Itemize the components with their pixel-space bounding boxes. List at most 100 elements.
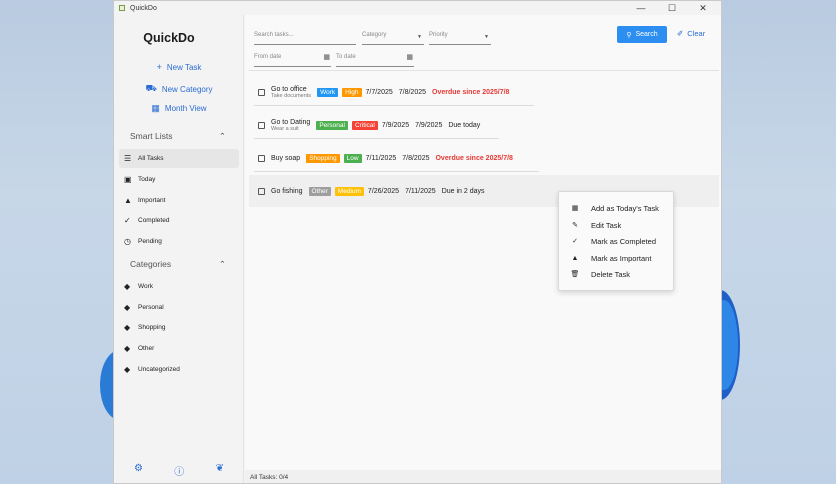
info-icon[interactable]: ⓘ — [174, 463, 184, 478]
clock-icon: ◷ — [124, 237, 131, 246]
new-task-button[interactable]: + New Task — [114, 62, 244, 72]
smart-lists-title: Smart Lists — [130, 131, 173, 141]
close-button[interactable]: ✕ — [693, 3, 713, 14]
warning-icon: ▲ — [571, 254, 579, 262]
search-icon: ⚲ — [626, 31, 632, 39]
categories-title: Categories — [130, 259, 172, 269]
menu-item-label: Edit Task — [591, 220, 622, 230]
task-row[interactable]: Go to Dating Wear a suit Personal Critic… — [249, 110, 719, 140]
calendar-icon: ▦ — [151, 103, 160, 113]
maximize-button[interactable]: ☐ — [662, 3, 682, 14]
calendar-add-icon: ▦ — [571, 205, 579, 212]
sidebar-item-pending[interactable]: ◷ Pending — [119, 232, 239, 251]
task-due-date: 7/9/2025 — [415, 121, 443, 129]
sidebar-item-all-tasks[interactable]: ☰ All Tasks — [119, 149, 239, 168]
sidebar-item-important[interactable]: ▲ Important — [119, 191, 239, 210]
task-checkbox[interactable] — [258, 121, 265, 129]
menu-item-edit-task[interactable]: ✎ Edit Task — [559, 217, 675, 233]
priority-badge: Low — [343, 153, 362, 163]
task-date: 7/26/2025 — [367, 187, 400, 195]
priority-select[interactable]: Priority ▼ — [429, 32, 491, 45]
category-select[interactable]: Category ▼ — [362, 32, 424, 45]
gear-icon[interactable]: ⚙ — [134, 463, 143, 478]
from-date-placeholder: From date — [254, 54, 282, 60]
task-due-date: 7/8/2025 — [402, 154, 430, 162]
priority-badge: Critical — [351, 120, 378, 130]
divider — [254, 171, 539, 172]
warning-icon: ▲ — [124, 196, 132, 205]
calendar-icon[interactable]: ▦ — [406, 53, 413, 61]
task-checkbox[interactable] — [258, 187, 265, 195]
menu-item-add-today[interactable]: ▦ Add as Today's Task — [559, 200, 675, 216]
task-status: Due today — [448, 121, 481, 129]
list-icon: ☰ — [124, 154, 132, 163]
priority-badge: High — [342, 87, 362, 97]
sidebar: QuickDo + New Task ⛟ New Category ▦ Mont… — [114, 15, 244, 483]
divider — [254, 138, 499, 139]
sidebar-item-today[interactable]: ▣ Today — [119, 170, 239, 189]
divider — [249, 70, 719, 71]
menu-item-label: Mark as Important — [591, 253, 652, 263]
divider — [254, 105, 534, 106]
sidebar-item-other[interactable]: ◆ Other — [119, 339, 239, 358]
calendar-icon[interactable]: ▦ — [323, 53, 330, 61]
task-status: Overdue since 2025/7/8 — [435, 154, 513, 162]
sidebar-item-label: Today — [138, 176, 156, 183]
sidebar-item-uncategorized[interactable]: ◆ Uncategorized — [119, 360, 239, 379]
sidebar-item-label: Personal — [138, 304, 164, 311]
tag-icon: ◆ — [124, 282, 131, 291]
tag-icon: ◆ — [124, 365, 131, 374]
leaf-icon[interactable]: ❦ — [216, 463, 224, 478]
task-row[interactable]: Go to office Take documents Work High 7/… — [249, 77, 719, 107]
priority-placeholder: Priority — [429, 32, 448, 38]
clear-button-label: Clear — [687, 29, 706, 38]
search-button[interactable]: ⚲ Search — [617, 26, 667, 43]
new-category-label: New Category — [161, 84, 213, 94]
categories-header[interactable]: Categories ⌃ — [130, 259, 226, 270]
new-task-label: New Task — [166, 62, 202, 72]
menu-item-mark-important[interactable]: ▲ Mark as Important — [559, 250, 675, 266]
sidebar-item-personal[interactable]: ◆ Personal — [119, 298, 239, 317]
task-checkbox[interactable] — [258, 154, 265, 162]
task-row[interactable]: Buy soap Shopping Low 7/11/2025 7/8/2025… — [249, 143, 719, 173]
minimize-button[interactable]: — — [631, 3, 651, 14]
chevron-down-icon: ▼ — [417, 34, 422, 40]
task-checkbox[interactable] — [258, 88, 265, 96]
plus-icon: + — [156, 62, 162, 72]
menu-item-label: Add as Today's Task — [591, 203, 659, 213]
menu-item-delete-task[interactable]: 🗑 Delete Task — [559, 266, 675, 282]
sidebar-item-completed[interactable]: ✓ Completed — [119, 211, 239, 230]
chevron-up-icon: ⌃ — [218, 259, 226, 269]
task-date: 7/11/2025 — [365, 154, 397, 162]
app-icon — [119, 5, 125, 11]
clear-button[interactable]: ✐ Clear — [677, 29, 705, 38]
to-date-field[interactable]: To date ▦ — [336, 54, 414, 67]
eraser-icon: ✐ — [677, 29, 684, 38]
trash-icon: 🗑 — [570, 271, 580, 278]
sidebar-item-label: Important — [138, 197, 166, 204]
status-bar: All Tasks: 0/4 — [245, 470, 721, 483]
app-logo: QuickDo — [143, 31, 195, 45]
sidebar-item-shopping[interactable]: ◆ Shopping — [119, 318, 239, 337]
category-badge: Personal — [316, 120, 348, 130]
chevron-up-icon: ⌃ — [218, 131, 226, 141]
smart-lists-header[interactable]: Smart Lists ⌃ — [130, 131, 226, 142]
chevron-down-icon: ▼ — [484, 34, 489, 40]
sidebar-item-label: Work — [138, 283, 154, 290]
month-view-button[interactable]: ▦ Month View — [114, 103, 244, 114]
sidebar-item-work[interactable]: ◆ Work — [119, 277, 239, 296]
task-date: 7/9/2025 — [381, 121, 410, 129]
menu-item-mark-completed[interactable]: ✓ Mark as Completed — [559, 233, 675, 249]
sidebar-item-label: Uncategorized — [138, 366, 180, 373]
from-date-field[interactable]: From date ▦ — [254, 54, 331, 67]
month-view-label: Month View — [164, 104, 207, 113]
task-status: Due in 2 days — [441, 187, 485, 195]
task-name: Go to office — [271, 85, 307, 93]
priority-badge: Medium — [334, 186, 364, 196]
sidebar-item-label: Shopping — [138, 324, 166, 331]
category-badge: Other — [308, 186, 331, 196]
sidebar-item-label: All Tasks — [138, 155, 164, 162]
search-input[interactable]: Search tasks... — [254, 32, 356, 45]
app-window: QuickDo — ☐ ✕ QuickDo + New Task ⛟ New C… — [113, 0, 722, 484]
new-category-button[interactable]: ⛟ New Category — [114, 83, 244, 95]
